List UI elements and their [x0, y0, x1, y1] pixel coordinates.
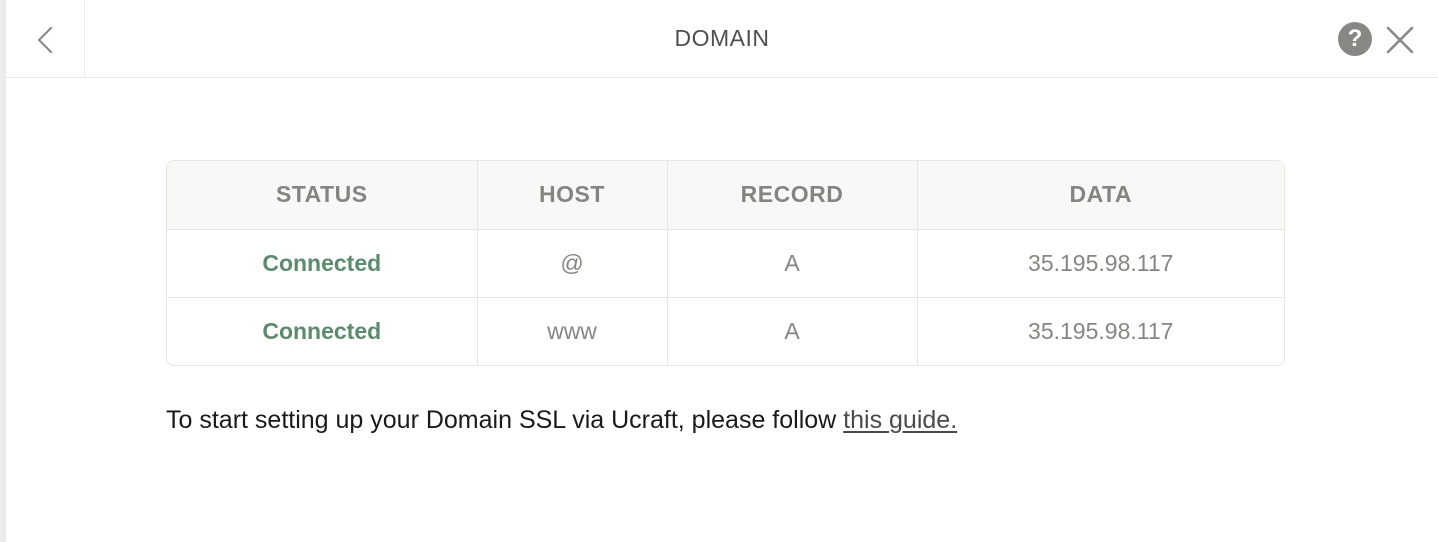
- column-header-data: DATA: [917, 161, 1284, 230]
- record-cell: A: [667, 297, 918, 365]
- close-button[interactable]: [1384, 24, 1416, 56]
- close-x-icon: [1386, 26, 1414, 54]
- column-header-status: STATUS: [167, 161, 478, 230]
- column-header-record: RECORD: [667, 161, 918, 230]
- column-header-host: HOST: [477, 161, 668, 230]
- status-cell: Connected: [167, 229, 478, 298]
- data-cell: 35.195.98.117: [1028, 317, 1174, 344]
- help-button[interactable]: ?: [1338, 22, 1372, 56]
- host-cell: www: [477, 297, 668, 365]
- domain-panel: DOMAIN ? STATUS HOST RECORD DATA Connect…: [6, 0, 1438, 542]
- table-row: Connected www A 35.195.98.117: [167, 297, 1284, 365]
- status-cell: Connected: [167, 297, 478, 365]
- ssl-info-message: To start setting up your Domain SSL via …: [166, 406, 844, 434]
- data-cell: 35.195.98.117: [917, 229, 1284, 298]
- ssl-info-text: To start setting up your Domain SSL via …: [166, 406, 957, 435]
- panel-header: DOMAIN ?: [6, 0, 1438, 78]
- question-circle-icon: ?: [1347, 25, 1363, 52]
- back-button[interactable]: [6, 0, 85, 78]
- host-cell: @: [477, 229, 668, 298]
- record-cell: A: [667, 229, 918, 298]
- table-row: Connected @ A 35.195.98.117: [167, 229, 1284, 298]
- dns-records-table: STATUS HOST RECORD DATA Connected @ A 35…: [166, 160, 1285, 366]
- guide-link[interactable]: this guide.: [843, 406, 957, 434]
- chevron-left-icon: [37, 26, 53, 54]
- page-title: DOMAIN: [674, 25, 770, 51]
- table-header-row: STATUS HOST RECORD DATA: [167, 161, 1284, 230]
